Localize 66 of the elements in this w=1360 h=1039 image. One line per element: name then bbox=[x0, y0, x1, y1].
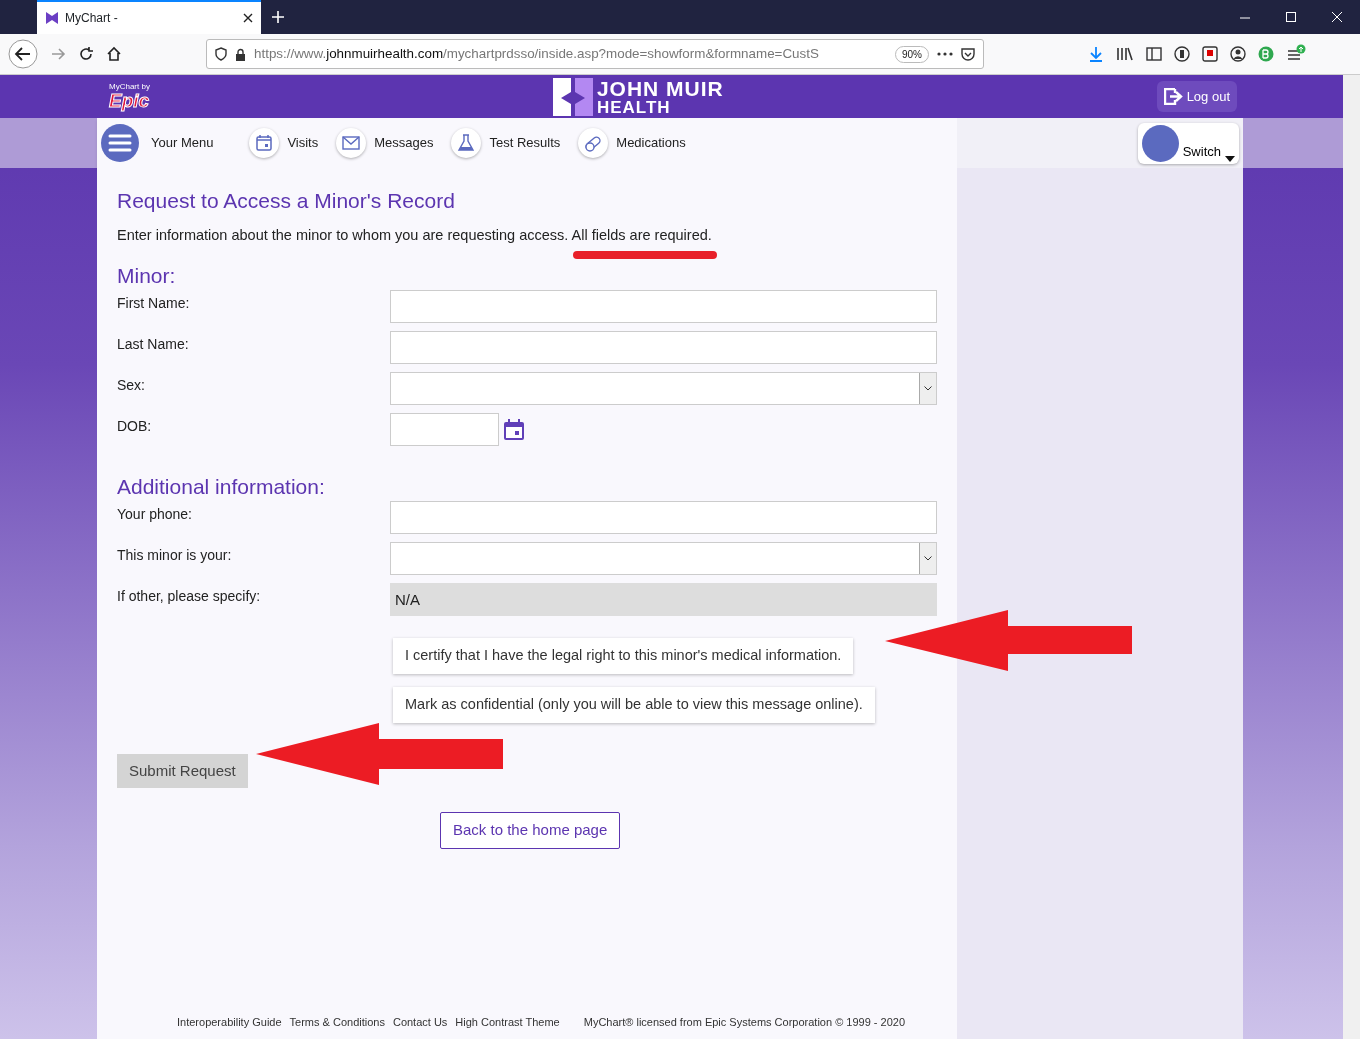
sidebar-icon[interactable] bbox=[1146, 47, 1162, 61]
field-label: Your phone: bbox=[117, 505, 193, 525]
account-icon[interactable] bbox=[1230, 46, 1246, 62]
field-label: DOB: bbox=[117, 417, 153, 437]
new-tab-icon[interactable] bbox=[271, 10, 285, 24]
footer-link[interactable]: Terms & Conditions bbox=[289, 1013, 385, 1030]
extension-icon[interactable] bbox=[1202, 46, 1218, 62]
epic-logo: MyChart by Epic bbox=[109, 83, 150, 110]
calendar-icon[interactable] bbox=[503, 418, 525, 441]
footer-link[interactable]: High Contrast Theme bbox=[455, 1013, 560, 1030]
back-icon[interactable] bbox=[8, 39, 38, 69]
avatar-icon bbox=[1141, 124, 1179, 162]
input-field[interactable] bbox=[390, 331, 937, 365]
section-heading: Minor: bbox=[117, 262, 177, 289]
field-label: First Name: bbox=[117, 294, 191, 314]
site-icon bbox=[45, 11, 59, 25]
select-field[interactable] bbox=[390, 372, 937, 406]
footer-link[interactable]: Interoperability Guide bbox=[177, 1013, 282, 1030]
close-icon[interactable] bbox=[243, 13, 253, 23]
input-field[interactable] bbox=[390, 290, 937, 324]
nav-link[interactable]: Medications bbox=[578, 128, 686, 158]
copyright-text: MyChart® licensed from Epic Systems Corporation © 1999 - 2020 bbox=[583, 1014, 905, 1030]
more-icon[interactable] bbox=[937, 52, 953, 56]
checkbox-label[interactable]: I certify that I have the legal right to this minor's medical information. bbox=[393, 638, 854, 675]
field-label: This minor is your: bbox=[117, 546, 233, 566]
chevron-icon bbox=[924, 386, 932, 392]
extension-icon[interactable] bbox=[1174, 46, 1190, 62]
page-title: Request to Access a Minor's Record bbox=[117, 188, 456, 214]
library-icon[interactable] bbox=[1116, 46, 1134, 62]
scrollbar[interactable] bbox=[1343, 75, 1360, 1039]
nav-link[interactable]: Visits bbox=[249, 128, 319, 158]
select-field[interactable] bbox=[390, 542, 937, 576]
john-muir-logo: JOHN MUIR HEALTH bbox=[552, 75, 724, 118]
field-label: Sex: bbox=[117, 376, 146, 396]
logo-mark-icon bbox=[552, 77, 593, 116]
pocket-icon[interactable] bbox=[961, 47, 975, 61]
intro-text: Enter information about the minor to whom you are requesting access. All fields are required. bbox=[117, 226, 713, 246]
url-text: https://www.johnmuirhealth.com/mychartprdsso/inside.asp?mode=showform&formname=CustS bbox=[254, 44, 820, 63]
date-field[interactable] bbox=[390, 413, 499, 447]
chevron-icon bbox=[924, 556, 932, 562]
menu-icon bbox=[101, 124, 139, 162]
footer-link[interactable]: Contact Us bbox=[392, 1013, 448, 1030]
submit-button[interactable]: Submit Request bbox=[117, 753, 248, 789]
section-heading: Additional information: bbox=[117, 474, 326, 500]
logout-icon bbox=[1163, 88, 1183, 105]
caret-icon bbox=[1225, 155, 1235, 162]
input-field[interactable] bbox=[390, 501, 937, 535]
download-icon[interactable] bbox=[1088, 46, 1104, 62]
browser-tab[interactable]: MyChart - bbox=[37, 0, 261, 34]
lock-icon bbox=[235, 47, 246, 61]
reload-icon[interactable] bbox=[78, 46, 94, 62]
field-label: If other, please specify: bbox=[117, 587, 262, 607]
field-label: Last Name: bbox=[117, 335, 190, 355]
nav-link[interactable]: Test Results bbox=[451, 128, 561, 158]
checkbox-label[interactable]: Mark as confidential (only you will be able to view this message online). bbox=[393, 687, 875, 723]
home-icon[interactable] bbox=[106, 46, 122, 62]
nav-link[interactable]: Messages bbox=[336, 128, 434, 158]
forward-icon[interactable] bbox=[50, 46, 66, 62]
shield-icon bbox=[215, 47, 227, 61]
nav-link[interactable]: Your Menu bbox=[101, 124, 214, 162]
tab-title: MyChart - bbox=[65, 10, 119, 27]
home-link-button[interactable]: Back to the home page bbox=[440, 812, 621, 849]
logout-button[interactable]: Log out bbox=[1156, 80, 1237, 113]
address-bar[interactable]: https://www.johnmuirhealth.com/mychartprdsso/inside.asp?mode=showform&formname=CustS 90% bbox=[206, 39, 984, 69]
maximize-icon[interactable] bbox=[1285, 11, 1297, 23]
switch-button[interactable]: Switch bbox=[1137, 122, 1239, 164]
